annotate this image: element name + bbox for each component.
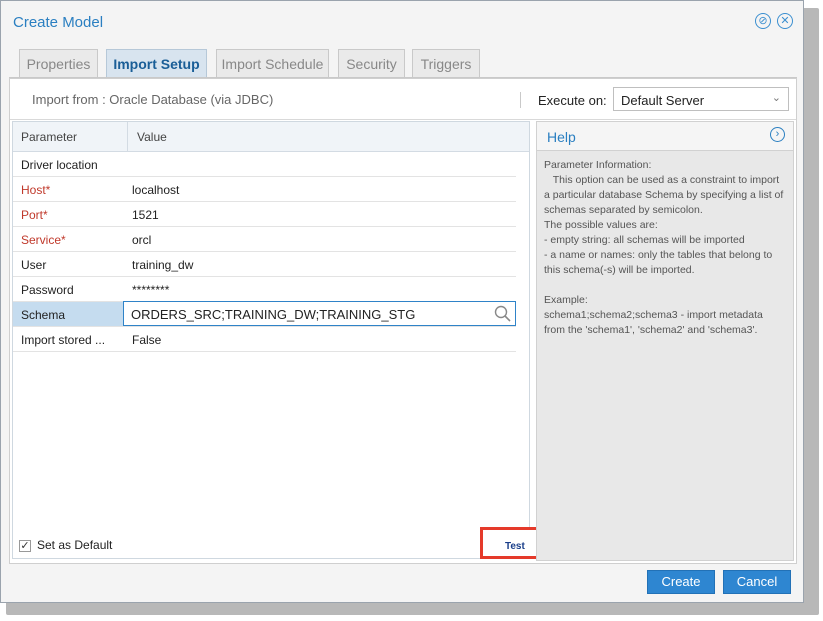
tab-security[interactable]: Security: [338, 49, 405, 78]
schema-value: ORDERS_SRC;TRAINING_DW;TRAINING_STG: [131, 307, 416, 322]
dialog-title: Create Model: [13, 14, 104, 31]
close-icon[interactable]: ✕: [777, 13, 793, 29]
row-driver-location[interactable]: Driver location: [13, 152, 516, 177]
import-bar: Import from : Oracle Database (via JDBC)…: [10, 79, 796, 120]
create-button[interactable]: Create: [647, 570, 715, 594]
grid-header: Parameter Value: [13, 122, 529, 152]
row-user[interactable]: User training_dw: [13, 252, 516, 277]
help-panel: Help › Parameter Information: This optio…: [536, 121, 794, 561]
import-from-label: Import from : Oracle Database (via JDBC): [32, 92, 274, 107]
set-default-label: Set as Default: [37, 538, 113, 552]
parameter-grid: Parameter Value Driver location Host* lo…: [12, 121, 530, 559]
pin-icon[interactable]: ⊘: [755, 13, 771, 29]
create-model-dialog: Create Model ⊘ ✕ Properties Import Setup…: [0, 0, 804, 603]
help-header: Help ›: [537, 122, 793, 151]
row-port[interactable]: Port* 1521: [13, 202, 516, 227]
header-parameter: Parameter: [21, 130, 78, 144]
tab-import-setup[interactable]: Import Setup: [106, 49, 207, 78]
search-icon[interactable]: [493, 304, 513, 324]
execute-on-select[interactable]: Default Server ⌄: [613, 87, 789, 111]
chevron-right-icon[interactable]: ›: [770, 127, 785, 142]
chevron-down-icon: ⌄: [771, 92, 781, 104]
divider: [520, 92, 521, 108]
header-value: Value: [137, 130, 167, 144]
dialog-titlebar: Create Model ⊘ ✕: [1, 1, 803, 45]
test-button[interactable]: Test: [480, 527, 540, 559]
execute-on-value: Default Server: [621, 93, 705, 108]
row-host[interactable]: Host* localhost: [13, 177, 516, 202]
cancel-button[interactable]: Cancel: [723, 570, 791, 594]
column-divider: [127, 122, 128, 151]
tab-triggers[interactable]: Triggers: [412, 49, 480, 78]
help-text: Parameter Information: This option can b…: [544, 159, 784, 336]
tab-import-schedule[interactable]: Import Schedule: [216, 49, 329, 78]
tab-properties[interactable]: Properties: [19, 49, 98, 78]
row-service[interactable]: Service* orcl: [13, 227, 516, 252]
schema-input[interactable]: ORDERS_SRC;TRAINING_DW;TRAINING_STG: [123, 301, 516, 326]
dialog-footer: Create Cancel: [1, 564, 803, 602]
import-setup-panel: Import from : Oracle Database (via JDBC)…: [9, 78, 797, 564]
help-title: Help: [547, 129, 576, 145]
execute-on-label: Execute on:: [538, 93, 607, 108]
row-schema[interactable]: Schema ORDERS_SRC;TRAINING_DW;TRAINING_S…: [13, 301, 516, 327]
set-default-checkbox[interactable]: ✓: [19, 540, 31, 552]
tab-bar: Properties Import Setup Import Schedule …: [9, 45, 797, 78]
row-password[interactable]: Password ********: [13, 277, 516, 302]
row-import-stored[interactable]: Import stored ... False: [13, 327, 516, 352]
